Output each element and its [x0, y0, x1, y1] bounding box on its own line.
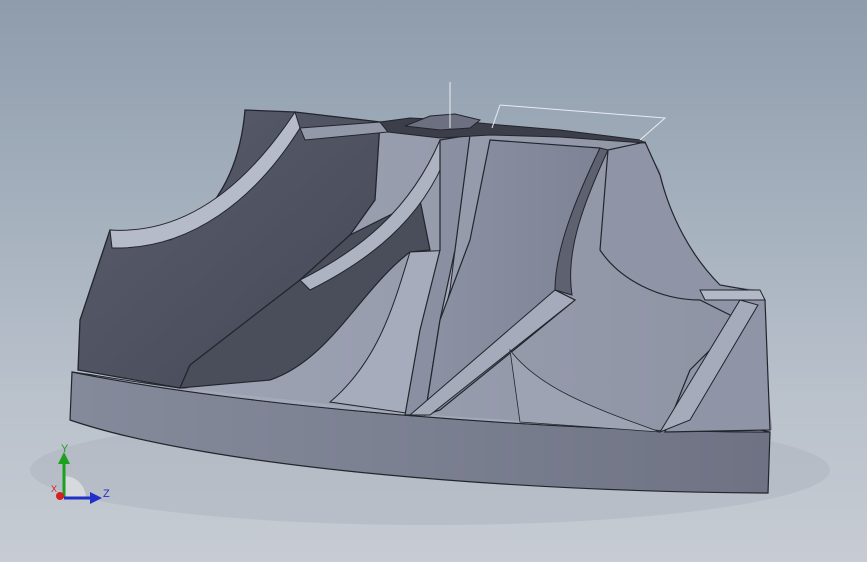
hub-nose: [404, 113, 482, 131]
reference-triad[interactable]: [44, 440, 124, 512]
y-axis-label: Y: [61, 443, 69, 455]
triad-plane: [64, 476, 86, 498]
impeller-model[interactable]: [0, 0, 867, 562]
z-axis-label: Z: [103, 488, 110, 500]
x-axis-arrowhead: [56, 492, 64, 500]
blade-right-tip: [699, 289, 766, 301]
x-axis-label: X: [51, 484, 58, 494]
graphics-viewport[interactable]: Y Z X: [0, 0, 867, 562]
z-axis-arrowhead: [90, 492, 102, 504]
